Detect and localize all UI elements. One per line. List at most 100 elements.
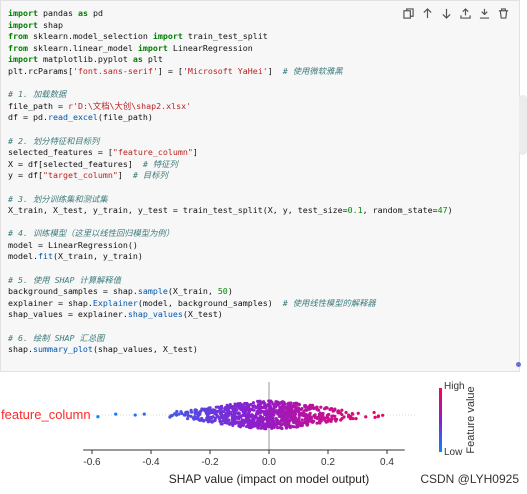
shap-point — [228, 410, 232, 414]
shap-point — [283, 423, 288, 427]
shap-point — [241, 413, 245, 418]
code-token: X = df[selected_features] — [8, 158, 143, 169]
shap-point — [272, 405, 276, 409]
code-token: sklearn.model_selection — [27, 31, 153, 42]
shap-point — [315, 407, 319, 411]
code-editor[interactable]: import pandas as pd import shap from sklea… — [8, 8, 453, 356]
code-token: # 6. 绘制 SHAP 汇总图 — [8, 332, 105, 343]
x-tick-label: 0.4 — [380, 457, 394, 468]
code-token: "feature_column" — [112, 147, 193, 158]
shap-point — [267, 399, 271, 403]
colorbar-high-label: High — [444, 381, 465, 392]
shap-point — [340, 412, 344, 417]
delete-icon[interactable] — [496, 6, 511, 21]
shap-point — [251, 423, 255, 427]
shap-point — [265, 418, 269, 423]
code-line: import matplotlib.pyplot as plt — [8, 54, 453, 66]
code-line: X_train, X_test, y_train, y_test = train… — [8, 205, 453, 217]
shap-point — [309, 417, 313, 421]
shap-point — [246, 415, 250, 419]
code-line: df = pd.read_excel(file_path) — [8, 112, 453, 124]
shap-point — [173, 412, 177, 416]
shap-point — [246, 422, 250, 426]
shap-point — [311, 405, 315, 409]
code-token: (file_path) — [97, 112, 153, 123]
shap-point — [235, 420, 239, 424]
shap-point — [259, 405, 263, 409]
shap-point — [216, 405, 220, 409]
colorbar-low-label: Low — [444, 447, 463, 458]
shap-point — [220, 406, 224, 410]
cell-status-dot — [516, 362, 521, 367]
shap-point — [200, 407, 204, 411]
code-token: 'font.sans-serif' — [72, 65, 158, 76]
shap-point — [205, 408, 209, 412]
code-token: from — [8, 31, 28, 42]
code-token: plt — [142, 54, 163, 65]
code-line: explainer = shap.Explainer(model, backgr… — [8, 298, 453, 310]
code-line: background_samples = shap.sample(X_train… — [8, 286, 453, 298]
code-token: # 1. 加载数据 — [8, 89, 67, 100]
shap-point — [315, 421, 319, 425]
scrollbar[interactable] — [519, 95, 527, 155]
shap-point — [305, 419, 309, 423]
shap-point — [251, 404, 255, 409]
shap-point — [325, 420, 330, 424]
shap-point — [302, 409, 306, 413]
code-line: model = LinearRegression() — [8, 240, 453, 252]
shap-point — [276, 412, 280, 416]
shap-point — [242, 422, 246, 426]
code-token: # 特征列 — [142, 158, 178, 169]
shap-point — [231, 423, 235, 428]
code-token: import — [8, 8, 38, 18]
shap-point — [267, 407, 271, 412]
code-line: X = df[selected_features] # 特征列 — [8, 159, 453, 171]
shap-point — [258, 420, 263, 424]
shap-point — [209, 415, 213, 419]
shap-point — [296, 409, 301, 413]
shap-point — [177, 412, 181, 416]
code-token: X_train, X_test, y_train, y_test = train… — [8, 205, 348, 216]
shap-point — [179, 410, 183, 414]
code-line: shap.summary_plot(shap_values, X_test) — [8, 344, 453, 356]
code-line: from sklearn.model_selection import trai… — [8, 31, 453, 43]
shap-point — [238, 401, 242, 406]
shap-point — [296, 418, 301, 422]
code-token: shap_values — [127, 309, 183, 320]
code-line: # 4. 训练模型（这里以线性回归模型为例） — [8, 228, 453, 240]
shap-point — [372, 410, 376, 415]
colorbar — [439, 388, 442, 452]
x-tick-label: -0.4 — [142, 457, 160, 468]
code-line: import pandas as pd — [8, 8, 453, 20]
code-cell[interactable]: import pandas as pd import shap from sklea… — [0, 0, 520, 372]
code-line: model.fit(X_train, y_train) — [8, 251, 453, 263]
code-token: shap. — [8, 344, 33, 355]
shap-point — [261, 416, 265, 420]
shap-point — [186, 414, 190, 418]
shap-point — [322, 416, 326, 420]
shap-point — [224, 416, 228, 420]
shap-point — [215, 409, 219, 414]
code-token: 47 — [437, 205, 448, 216]
code-token: sklearn.linear_model — [27, 42, 138, 53]
code-token: as — [77, 8, 88, 18]
code-token: ) — [227, 286, 233, 297]
shap-point — [318, 421, 322, 425]
shap-point — [294, 401, 298, 405]
code-line: shap_values = explainer.shap_values(X_te… — [8, 309, 453, 321]
insert-below-icon[interactable] — [477, 6, 492, 21]
code-token: # 使用线性模型的解释器 — [282, 297, 376, 308]
code-line: file_path = r'D:\文档\大创\shap2.xlsx' — [8, 101, 453, 113]
shap-point — [312, 413, 317, 417]
shap-point — [279, 426, 284, 430]
shap-point — [142, 412, 146, 416]
shap-point — [300, 406, 304, 411]
export-icon[interactable] — [458, 6, 473, 21]
code-token: , random_state= — [362, 205, 438, 216]
shap-point — [233, 404, 238, 408]
shap-point — [256, 399, 260, 403]
